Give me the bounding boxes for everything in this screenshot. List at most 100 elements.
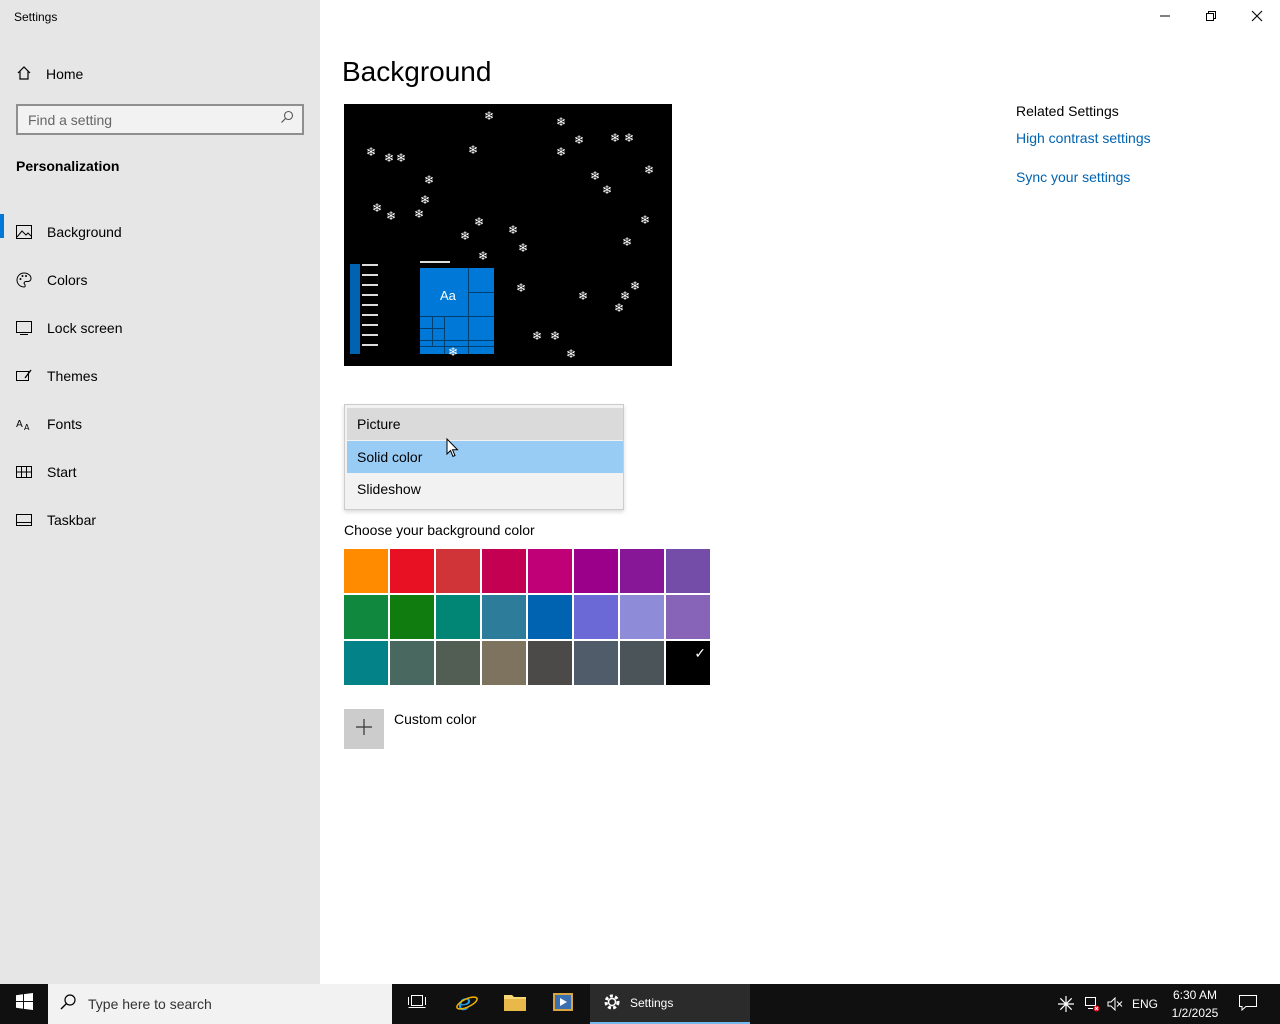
color-swatch[interactable] (436, 549, 480, 593)
color-swatch[interactable]: ✓ (666, 641, 710, 685)
home-label: Home (46, 66, 84, 82)
language-indicator[interactable]: ENG (1128, 984, 1162, 1024)
volume-muted-icon[interactable] (1104, 984, 1126, 1024)
color-swatch[interactable] (574, 595, 618, 639)
close-button[interactable] (1234, 0, 1280, 32)
sidebar-item-fonts[interactable]: AA Fonts (0, 400, 320, 448)
settings-window: Settings Home Personalization Background (0, 0, 1280, 984)
clock-date: 1/2/2025 (1171, 1006, 1219, 1020)
task-view-icon (408, 994, 426, 1015)
snowflake-icon: ❄ (478, 249, 489, 263)
color-swatch[interactable] (620, 549, 664, 593)
high-contrast-link[interactable]: High contrast settings (1016, 130, 1151, 146)
taskbar-clock[interactable]: 6:30 AM 1/2/2025 (1164, 986, 1226, 1022)
color-swatch[interactable] (482, 641, 526, 685)
color-swatch[interactable] (482, 549, 526, 593)
tray-brightness-icon[interactable] (1054, 984, 1078, 1024)
dropdown-option-slideshow[interactable]: Slideshow (347, 473, 623, 505)
snowflake-icon: ❄ (590, 169, 601, 183)
background-type-dropdown[interactable]: Picture Solid color Slideshow (344, 404, 624, 510)
svg-text:A: A (16, 419, 23, 430)
internet-explorer-button[interactable]: e (444, 984, 490, 1024)
gear-icon (602, 992, 622, 1015)
color-swatch[interactable] (344, 641, 388, 685)
sidebar-item-background[interactable]: Background (0, 208, 320, 256)
find-setting-search[interactable] (16, 104, 304, 135)
start-button[interactable] (0, 984, 48, 1024)
action-center-button[interactable] (1230, 984, 1266, 1024)
network-icon[interactable] (1080, 984, 1104, 1024)
snowflake-icon: ❄ (578, 289, 589, 303)
taskbar-search-input[interactable] (88, 996, 368, 1012)
themes-icon (16, 368, 32, 384)
clock-time: 6:30 AM (1172, 988, 1218, 1002)
color-swatch[interactable] (482, 595, 526, 639)
task-view-button[interactable] (394, 984, 440, 1024)
dropdown-option-solid-color[interactable]: Solid color (347, 441, 623, 473)
choose-color-label: Choose your background color (344, 522, 535, 538)
custom-color-button[interactable] (344, 709, 384, 749)
sidebar-item-start[interactable]: Start (0, 448, 320, 496)
snowflake-icon: ❄ (556, 145, 567, 159)
color-swatch[interactable] (344, 549, 388, 593)
snowflake-icon: ❄ (424, 173, 435, 187)
snowflake-icon: ❄ (566, 347, 577, 361)
color-swatch[interactable] (436, 595, 480, 639)
sidebar-item-colors[interactable]: Colors (0, 256, 320, 304)
checkmark-icon: ✓ (694, 645, 706, 661)
snowflake-icon: ❄ (414, 207, 425, 221)
sidebar-item-themes[interactable]: Themes (0, 352, 320, 400)
sidebar-item-label: Lock screen (47, 320, 123, 336)
snowflake-icon: ❄ (550, 329, 561, 343)
color-swatch[interactable] (390, 549, 434, 593)
start-icon (16, 464, 32, 480)
color-swatch[interactable] (620, 595, 664, 639)
snowflake-icon: ❄ (518, 241, 529, 255)
snowflake-icon: ❄ (622, 235, 633, 249)
folder-icon (504, 993, 526, 1016)
snowflake-icon: ❄ (448, 345, 459, 359)
background-preview: Aa ❄ ❄ ❄ ❄ ❄ ❄ ❄ ❄ ❄ ❄ ❄ ❄ ❄ ❄ ❄ ❄ ❄ ❄ ❄… (344, 104, 672, 366)
sidebar-item-label: Fonts (47, 416, 83, 432)
sidebar-item-taskbar[interactable]: Taskbar (0, 496, 320, 544)
restore-button[interactable] (1188, 0, 1234, 32)
sidebar-item-label: Themes (47, 368, 98, 384)
custom-color-label[interactable]: Custom color (394, 711, 476, 727)
snowflake-icon: ❄ (614, 301, 625, 315)
windows-logo-icon (15, 993, 33, 1015)
taskbar-settings-app[interactable]: Settings (590, 984, 750, 1024)
color-swatch[interactable] (574, 549, 618, 593)
sync-settings-link[interactable]: Sync your settings (1016, 169, 1130, 185)
media-player-button[interactable] (540, 984, 586, 1024)
sidebar-item-label: Background (47, 224, 122, 240)
taskbar-search-box[interactable] (48, 984, 392, 1024)
color-swatch[interactable] (620, 641, 664, 685)
color-swatch[interactable] (390, 595, 434, 639)
file-explorer-button[interactable] (492, 984, 538, 1024)
color-swatch[interactable] (574, 641, 618, 685)
color-swatch[interactable] (344, 595, 388, 639)
minimize-button[interactable] (1142, 0, 1188, 32)
internet-explorer-icon: e (455, 991, 479, 1018)
search-input[interactable] (28, 111, 280, 128)
home-link[interactable]: Home (16, 62, 83, 86)
search-icon[interactable] (280, 110, 294, 129)
sidebar-nav: Background Colors Lock screen Themes A A… (0, 208, 320, 544)
search-icon (60, 993, 76, 1015)
dropdown-option-picture[interactable]: Picture (347, 408, 623, 440)
snowflake-icon: ❄ (474, 215, 485, 229)
color-swatch[interactable] (390, 641, 434, 685)
color-swatch[interactable] (528, 595, 572, 639)
color-swatch[interactable] (528, 549, 572, 593)
snowflake-icon: ❄ (420, 193, 431, 207)
color-swatch[interactable] (436, 641, 480, 685)
sidebar-item-lock-screen[interactable]: Lock screen (0, 304, 320, 352)
page-title: Background (342, 56, 492, 87)
color-swatch[interactable] (666, 549, 710, 593)
color-swatch[interactable] (666, 595, 710, 639)
color-swatch[interactable] (528, 641, 572, 685)
sidebar-item-label: Taskbar (47, 512, 97, 528)
color-swatch-grid: ✓ (344, 549, 710, 685)
snowflake-icon: ❄ (460, 229, 471, 243)
sidebar: Settings Home Personalization Background (0, 0, 320, 984)
